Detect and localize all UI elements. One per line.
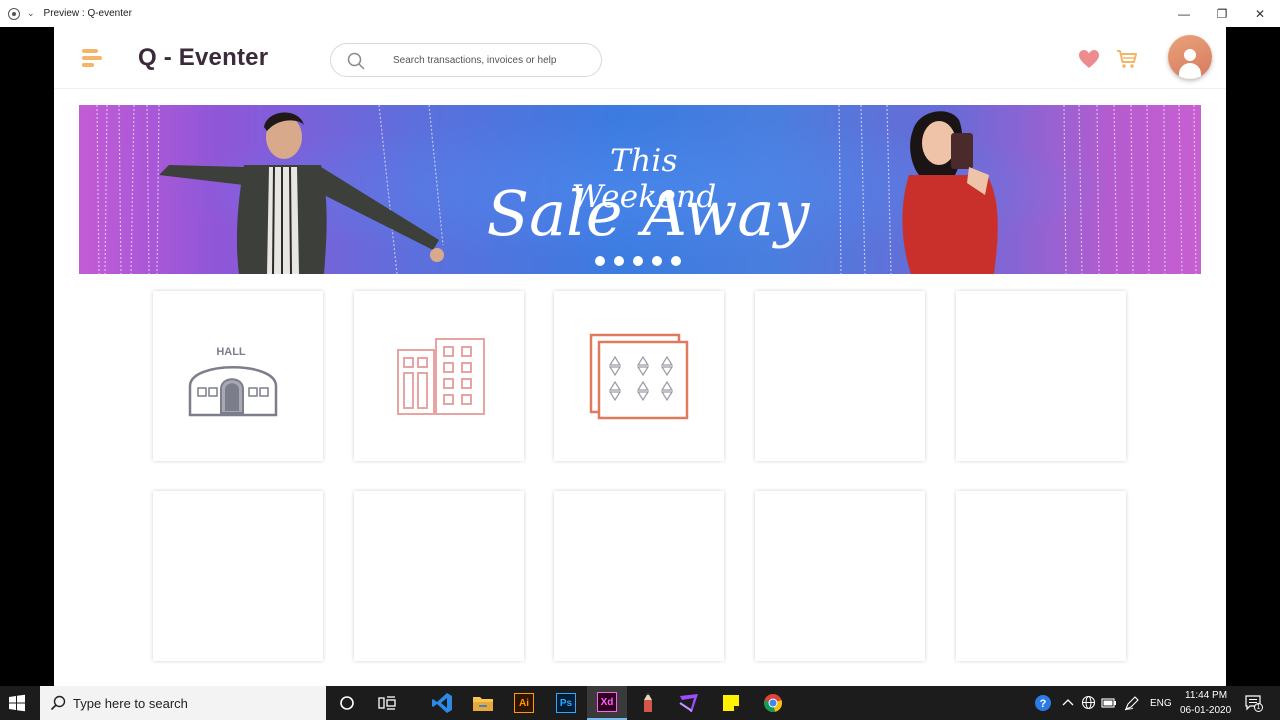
help-icon[interactable]: ? <box>1034 694 1052 712</box>
search-bar[interactable] <box>330 43 602 77</box>
window-title: Preview : Q-eventer <box>43 8 132 19</box>
venue-card-empty[interactable] <box>755 491 925 661</box>
sticky-notes-icon <box>723 695 739 711</box>
search-icon <box>347 52 365 70</box>
windows-start-icon[interactable] <box>8 694 26 712</box>
os-taskbar: Type here to search Ai Ps Xd ? ENG 11:44… <box>0 686 1280 720</box>
maximize-button[interactable]: ❐ <box>1203 0 1241 27</box>
task-view-icon <box>378 696 396 710</box>
adobe-xd-label: Xd <box>600 696 614 708</box>
file-explorer-icon <box>473 697 493 711</box>
heart-icon[interactable] <box>1078 49 1100 69</box>
banner-pagination <box>595 256 690 266</box>
clock-time[interactable]: 11:44 PM <box>1185 690 1227 701</box>
banner-dot[interactable] <box>652 256 662 266</box>
adobe-xd-icon: Xd <box>597 692 617 712</box>
taskbar-adobe-xd[interactable]: Xd <box>587 686 627 720</box>
tray-expand-icon[interactable] <box>1062 697 1074 707</box>
hall-icon: HALL <box>188 346 278 417</box>
task-view-button[interactable] <box>367 686 407 720</box>
venue-card-hall[interactable]: HALL <box>153 291 323 461</box>
venue-card-empty[interactable] <box>554 491 724 661</box>
visual-studio-icon <box>679 694 698 712</box>
taskbar-photoshop[interactable]: Ps <box>546 686 586 720</box>
minimize-icon: — <box>1178 6 1190 21</box>
promo-banner[interactable]: This Weekend Sale Away <box>79 105 1201 274</box>
illustrator-icon: Ai <box>514 693 534 713</box>
cortana-icon <box>340 696 354 710</box>
photoshop-label: Ps <box>559 697 573 709</box>
seating-icon <box>589 333 689 420</box>
venue-card-empty[interactable] <box>354 491 524 661</box>
hamburger-menu-icon[interactable] <box>82 49 104 69</box>
brand-title[interactable]: Q - Eventer <box>138 44 268 72</box>
banner-dot[interactable] <box>614 256 624 266</box>
venue-card-seating[interactable] <box>554 291 724 461</box>
venue-card-empty[interactable] <box>956 491 1126 661</box>
close-button[interactable]: ✕ <box>1241 0 1279 27</box>
notification-count-badge: 1 <box>1254 703 1263 712</box>
banner-model-right-image <box>902 111 998 274</box>
buildings-icon <box>397 338 485 415</box>
action-center-button[interactable]: 1 <box>1244 694 1263 712</box>
app-header: Q - Eventer <box>54 27 1226 89</box>
banner-model-left-image <box>159 112 444 274</box>
banner-headline-large: Sale Away <box>486 177 810 250</box>
network-globe-icon[interactable] <box>1081 695 1096 710</box>
taskbar-sticky-notes[interactable] <box>711 686 751 720</box>
cortana-button[interactable] <box>327 686 367 720</box>
venue-card-empty[interactable] <box>956 291 1126 461</box>
search-icon <box>50 695 66 711</box>
pen-workspace-icon[interactable] <box>1124 695 1140 711</box>
venue-card-buildings[interactable] <box>354 291 524 461</box>
banner-dot[interactable] <box>671 256 681 266</box>
banner-dot[interactable] <box>595 256 605 266</box>
minimize-button[interactable]: — <box>1165 0 1203 27</box>
maximize-icon: ❐ <box>1216 6 1228 21</box>
app-canvas: Q - Eventer Search transactions, invoice… <box>54 27 1226 686</box>
app-icon <box>8 7 20 20</box>
illustrator-label: Ai <box>519 697 529 709</box>
window-titlebar: ⌄ Preview : Q-eventer — ❐ ✕ <box>0 0 1280 27</box>
shopping-cart-icon[interactable] <box>1116 49 1138 69</box>
window-menu-chevron-icon[interactable]: ⌄ <box>27 8 35 19</box>
user-avatar-icon[interactable] <box>1168 35 1212 79</box>
taskbar-vscode[interactable] <box>422 686 462 720</box>
taskbar-visual-studio[interactable] <box>669 686 709 720</box>
clock-date[interactable]: 06-01-2020 <box>1180 705 1231 716</box>
pencil-app-icon <box>644 693 652 712</box>
search-input[interactable] <box>393 50 593 70</box>
venue-card-empty[interactable] <box>153 491 323 661</box>
venue-card-empty[interactable] <box>755 291 925 461</box>
battery-icon[interactable] <box>1101 697 1117 709</box>
taskbar-chrome[interactable] <box>753 686 793 720</box>
taskbar-file-explorer[interactable] <box>463 686 503 720</box>
taskbar-search-placeholder: Type here to search <box>73 696 188 711</box>
chrome-icon <box>764 694 783 712</box>
vscode-icon <box>432 693 452 713</box>
close-icon: ✕ <box>1254 6 1266 21</box>
banner-dot[interactable] <box>633 256 643 266</box>
photoshop-icon: Ps <box>556 693 576 713</box>
hall-label: HALL <box>216 346 246 358</box>
input-language-indicator[interactable]: ENG <box>1150 698 1172 709</box>
taskbar-pencil-app[interactable] <box>628 686 668 720</box>
svg-text:?: ? <box>1040 698 1047 710</box>
taskbar-illustrator[interactable]: Ai <box>504 686 544 720</box>
taskbar-search-box[interactable]: Type here to search <box>40 686 326 720</box>
